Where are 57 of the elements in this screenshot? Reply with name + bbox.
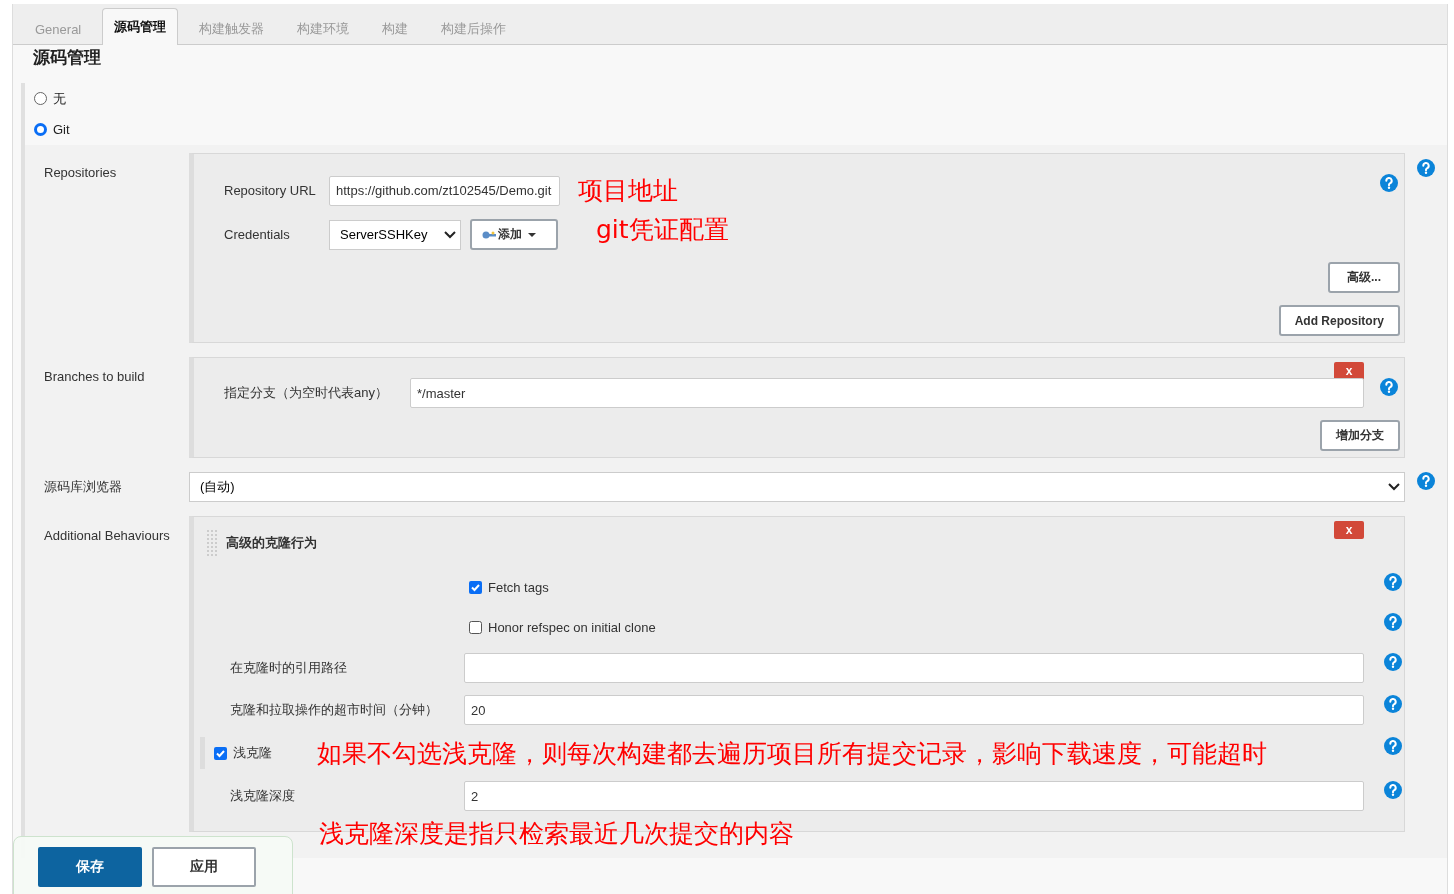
- add-branch-button[interactable]: 增加分支: [1320, 420, 1400, 451]
- section-title: 源码管理: [33, 47, 102, 69]
- input-field[interactable]: https://github.com/zt102545/Demo.git: [329, 175, 561, 206]
- radio-label: 无: [53, 89, 66, 108]
- help-icon[interactable]: [1384, 613, 1402, 631]
- add-repository-button[interactable]: Add Repository: [1278, 305, 1400, 336]
- radio-label: Git: [53, 122, 70, 137]
- chevron-down-icon: [444, 230, 456, 239]
- help-icon[interactable]: [1384, 695, 1402, 713]
- help-icon[interactable]: [1417, 472, 1435, 490]
- help-icon[interactable]: [1417, 159, 1435, 177]
- help-icon[interactable]: [1380, 174, 1398, 192]
- credentials-select[interactable]: ServerSSHKey: [329, 219, 461, 250]
- row-label: 源码库浏览器: [44, 478, 123, 496]
- checkbox-label: Honor refspec on initial clone: [488, 619, 656, 635]
- row-label: Branches to build: [44, 368, 146, 384]
- add-button[interactable]: 添加: [470, 219, 558, 250]
- checkbox[interactable]: [214, 746, 227, 760]
- input-field[interactable]: 2: [464, 781, 1364, 811]
- input-field[interactable]: */master: [410, 378, 1364, 408]
- checkbox-label: 浅克隆: [233, 744, 272, 762]
- browser-select[interactable]: (自动): [189, 472, 1405, 502]
- checkbox[interactable]: [469, 580, 482, 594]
- caret-icon: [528, 232, 536, 237]
- field-label: 浅克隆深度: [230, 787, 296, 805]
- tab[interactable]: 源码管理: [102, 8, 179, 45]
- delete-button[interactable]: x: [1334, 362, 1364, 380]
- help-icon[interactable]: [1384, 573, 1402, 591]
- apply-button[interactable]: 应用: [152, 847, 256, 887]
- field-label: Credentials: [224, 227, 291, 242]
- drag-handle-icon: [206, 529, 218, 557]
- advanced-button[interactable]: 高级...: [1328, 262, 1400, 293]
- save-button[interactable]: 保存: [38, 847, 142, 887]
- field-label: Repository URL: [224, 183, 317, 198]
- key-icon: [482, 230, 496, 239]
- field-label: 指定分支（为空时代表any）: [224, 384, 389, 402]
- behaviour-title: 高级的克隆行为: [226, 534, 317, 552]
- radio-button[interactable]: [34, 123, 47, 136]
- delete-button[interactable]: x: [1334, 521, 1364, 539]
- checkbox-label: Fetch tags: [488, 579, 549, 595]
- help-icon[interactable]: [1380, 378, 1398, 396]
- help-icon[interactable]: [1384, 653, 1402, 671]
- chevron-down-icon: [1388, 483, 1400, 491]
- radio-button[interactable]: [34, 92, 47, 105]
- annotation: 项目地址: [578, 175, 679, 207]
- field-label: 在克隆时的引用路径: [230, 659, 348, 677]
- row-label: Additional Behaviours: [44, 527, 171, 543]
- help-icon[interactable]: [1384, 781, 1402, 799]
- row-label: Repositories: [44, 164, 118, 180]
- checkbox[interactable]: [469, 620, 482, 634]
- input-field[interactable]: 20: [464, 695, 1364, 725]
- input-field[interactable]: [464, 653, 1364, 683]
- annotation: 如果不勾选浅克隆，则每次构建都去遍历项目所有提交记录，影响下载速度，可能超时: [317, 738, 1267, 770]
- help-icon[interactable]: [1384, 737, 1402, 755]
- annotation: git凭证配置: [596, 214, 729, 246]
- annotation: 浅克隆深度是指只检索最近几次提交的内容: [319, 818, 794, 850]
- field-label: 克隆和拉取操作的超市时间（分钟）: [230, 701, 439, 719]
